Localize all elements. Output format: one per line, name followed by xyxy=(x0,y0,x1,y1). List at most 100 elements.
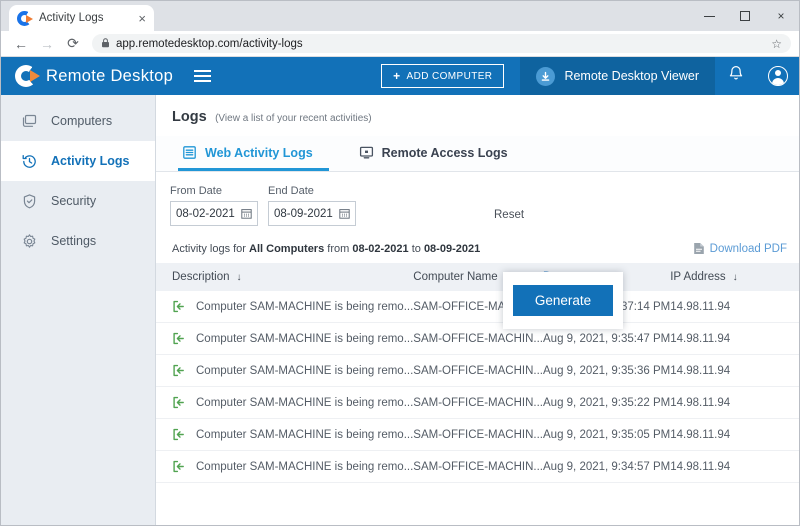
description-text: Computer SAM-MACHINE is being remo... xyxy=(196,461,413,473)
reset-button[interactable]: Reset xyxy=(488,209,530,226)
filter-bar: From Date 08-02-2021 End Date 08-09-2021 xyxy=(156,172,799,226)
browser-tab[interactable]: Activity Logs × xyxy=(9,5,154,31)
browser-tabstrip: Activity Logs × × xyxy=(1,1,799,31)
brand-title: Remote Desktop xyxy=(46,67,173,86)
table-row[interactable]: Computer SAM-MACHINE is being remo...SAM… xyxy=(156,291,799,323)
brand[interactable]: Remote Desktop xyxy=(1,65,211,87)
lock-icon xyxy=(101,38,110,50)
address-bar[interactable]: app.remotedesktop.com/activity-logs ☆ xyxy=(92,34,791,53)
column-description[interactable]: Description ↓ xyxy=(156,263,413,291)
logout-arrow-icon xyxy=(172,460,185,473)
logout-arrow-icon xyxy=(172,332,185,345)
calendar-icon[interactable] xyxy=(339,208,350,219)
history-clock-icon xyxy=(21,153,38,170)
tab-remote-access-logs[interactable]: Remote Access Logs xyxy=(355,136,524,171)
shield-check-icon xyxy=(21,193,38,210)
table-row[interactable]: Computer SAM-MACHINE is being remo...SAM… xyxy=(156,387,799,419)
sort-arrow-icon: ↓ xyxy=(237,272,242,283)
hamburger-icon[interactable] xyxy=(194,70,211,82)
table-header: Description↓ Computer Name↓ Date↓ IP Add… xyxy=(156,263,799,291)
summary-mid: from xyxy=(327,243,349,255)
summary-scope: All Computers xyxy=(249,243,324,255)
cell-computer-name: SAM-OFFICE-MACHIN... xyxy=(413,451,543,483)
cell-computer-name: SAM-OFFICE-MACHIN... xyxy=(413,387,543,419)
close-icon[interactable]: × xyxy=(138,12,146,25)
cell-computer-name: SAM-OFFICE-MACHIN... xyxy=(413,419,543,451)
activity-logs-table: Description↓ Computer Name↓ Date↓ IP Add… xyxy=(156,263,799,483)
sidebar-item-security[interactable]: Security xyxy=(1,181,155,221)
summary-prefix: Activity logs for xyxy=(172,243,246,255)
window-close-icon[interactable]: × xyxy=(763,1,799,31)
maximize-icon[interactable] xyxy=(727,1,763,31)
bookmark-star-icon[interactable]: ☆ xyxy=(771,37,782,51)
download-pdf-label: Download PDF xyxy=(710,243,787,255)
generate-button[interactable]: Generate xyxy=(513,285,613,316)
table-row[interactable]: Computer SAM-MACHINE is being remo...SAM… xyxy=(156,451,799,483)
monitor-icon xyxy=(21,113,38,130)
summary-to-word: to xyxy=(412,243,421,255)
main-content: Logs (View a list of your recent activit… xyxy=(156,95,799,525)
cell-date: Aug 9, 2021, 9:35:22 PM xyxy=(543,387,670,419)
column-label: Description xyxy=(172,271,230,283)
cell-description: Computer SAM-MACHINE is being remo... xyxy=(156,451,413,483)
cell-description: Computer SAM-MACHINE is being remo... xyxy=(156,419,413,451)
end-date-group: End Date 08-09-2021 xyxy=(268,185,356,226)
table-row[interactable]: Computer SAM-MACHINE is being remo...SAM… xyxy=(156,323,799,355)
logout-arrow-icon xyxy=(172,396,185,409)
summary-from: 08-02-2021 xyxy=(352,243,408,255)
remote-desktop-viewer-button[interactable]: Remote Desktop Viewer xyxy=(520,57,715,95)
cell-date: Aug 9, 2021, 9:35:36 PM xyxy=(543,355,670,387)
generate-button-highlight: Generate xyxy=(503,272,623,329)
logout-arrow-icon xyxy=(172,300,185,313)
download-pdf-link[interactable]: Download PDF xyxy=(693,242,787,255)
cell-description: Computer SAM-MACHINE is being remo... xyxy=(156,387,413,419)
cell-ip-address: 14.98.11.94 xyxy=(670,387,799,419)
minimize-icon[interactable] xyxy=(691,1,727,31)
tab-label: Web Activity Logs xyxy=(205,146,313,160)
tab-web-activity-logs[interactable]: Web Activity Logs xyxy=(178,136,329,171)
cell-description: Computer SAM-MACHINE is being remo... xyxy=(156,323,413,355)
account-button[interactable] xyxy=(757,57,799,95)
from-date-label: From Date xyxy=(170,185,258,197)
app-header: Remote Desktop + ADD COMPUTER Remote Des… xyxy=(1,57,799,95)
notifications-button[interactable] xyxy=(715,57,757,95)
remote-desktop-logo-icon xyxy=(15,65,37,87)
column-label: IP Address xyxy=(670,271,725,283)
browser-window: Activity Logs × × ← → ⟳ app.remotedeskto… xyxy=(0,0,800,526)
end-date-label: End Date xyxy=(268,185,356,197)
content-tabs: Web Activity Logs Remote Access Logs xyxy=(156,136,799,172)
add-computer-button[interactable]: + ADD COMPUTER xyxy=(381,64,504,88)
sort-arrow-icon: ↓ xyxy=(733,272,738,283)
cell-ip-address: 14.98.11.94 xyxy=(670,419,799,451)
forward-icon[interactable]: → xyxy=(35,32,59,56)
results-summary: Activity logs for All Computers from 08-… xyxy=(156,226,799,263)
sidebar-item-computers[interactable]: Computers xyxy=(1,101,155,141)
calendar-icon[interactable] xyxy=(241,208,252,219)
tab-title: Activity Logs xyxy=(39,12,131,24)
description-text: Computer SAM-MACHINE is being remo... xyxy=(196,429,413,441)
column-ip-address[interactable]: IP Address ↓ xyxy=(670,263,799,291)
app-header-actions: + ADD COMPUTER Remote Desktop Viewer xyxy=(381,57,799,95)
logout-arrow-icon xyxy=(172,364,185,377)
from-date-group: From Date 08-02-2021 xyxy=(170,185,258,226)
table-row[interactable]: Computer SAM-MACHINE is being remo...SAM… xyxy=(156,419,799,451)
reload-icon[interactable]: ⟳ xyxy=(61,32,85,56)
tab-label: Remote Access Logs xyxy=(382,146,508,160)
window-controls: × xyxy=(691,1,799,31)
sidebar-item-label: Settings xyxy=(51,234,96,248)
column-label: Computer Name xyxy=(413,271,497,283)
cell-description: Computer SAM-MACHINE is being remo... xyxy=(156,291,413,323)
back-icon[interactable]: ← xyxy=(9,32,33,56)
table-row[interactable]: Computer SAM-MACHINE is being remo...SAM… xyxy=(156,355,799,387)
download-icon xyxy=(536,67,555,86)
sidebar-item-activity-logs[interactable]: Activity Logs xyxy=(1,141,155,181)
list-document-icon xyxy=(182,145,197,160)
end-date-input[interactable]: 08-09-2021 xyxy=(268,201,356,226)
from-date-input[interactable]: 08-02-2021 xyxy=(170,201,258,226)
sidebar-item-label: Security xyxy=(51,194,96,208)
sidebar-item-settings[interactable]: Settings xyxy=(1,221,155,261)
sidebar-item-label: Activity Logs xyxy=(51,154,130,168)
url-text: app.remotedesktop.com/activity-logs xyxy=(116,38,303,50)
monitor-play-icon xyxy=(359,145,374,160)
bell-icon xyxy=(728,65,744,87)
